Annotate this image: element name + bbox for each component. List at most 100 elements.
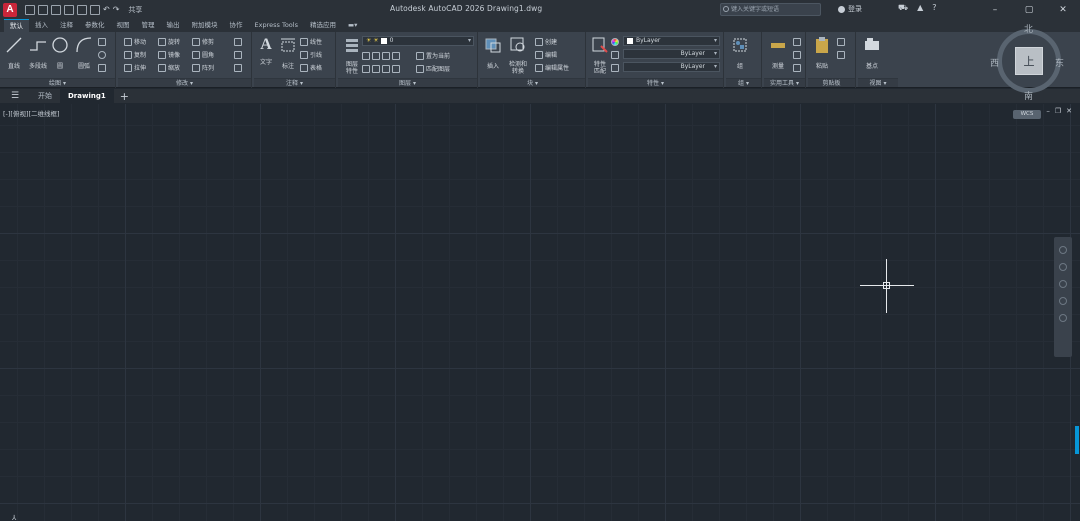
paste-tool[interactable]: 粘贴 bbox=[808, 36, 836, 70]
modify-panel-title[interactable]: 修改 ▾ bbox=[118, 78, 251, 87]
view-panel-title[interactable]: 视图 ▾ bbox=[858, 78, 898, 87]
group-tool[interactable]: 组 bbox=[726, 36, 754, 70]
plot-icon[interactable] bbox=[90, 4, 100, 15]
viewcube[interactable]: 上 北 南 东 西 bbox=[990, 22, 1065, 102]
compass-east[interactable]: 东 bbox=[1055, 56, 1064, 69]
tab-annotate[interactable]: 注释 bbox=[54, 19, 79, 32]
maximize-icon[interactable]: ▢ bbox=[1012, 0, 1046, 19]
orbit-icon[interactable] bbox=[1059, 297, 1067, 305]
autodesk-a-icon[interactable]: ▲ bbox=[917, 3, 923, 13]
array-button[interactable]: 阵列 bbox=[192, 62, 214, 73]
insert-tool[interactable]: 插入 bbox=[479, 36, 507, 70]
annotation-panel-title[interactable]: 注释 ▾ bbox=[254, 78, 335, 87]
copy-button[interactable]: 复制 bbox=[124, 49, 146, 60]
tab-drawing1[interactable]: Drawing1 bbox=[60, 89, 114, 103]
rotate-button[interactable]: 旋转 bbox=[158, 36, 180, 47]
help-icon[interactable]: ? bbox=[932, 3, 936, 13]
tab-parametric[interactable]: 参数化 bbox=[79, 19, 111, 32]
utilities-panel-title[interactable]: 实用工具 ▾ bbox=[764, 78, 805, 87]
tab-featured-apps[interactable]: 精选应用 bbox=[304, 19, 342, 32]
base-point-tool[interactable]: 基点 bbox=[858, 36, 886, 70]
properties-panel-title[interactable]: 特性 ▾ bbox=[588, 78, 723, 87]
zoom-icon[interactable] bbox=[1059, 280, 1067, 288]
navigation-bar[interactable] bbox=[1054, 237, 1072, 357]
hatch-icon[interactable] bbox=[98, 62, 106, 73]
search-input[interactable]: 键入关键字或短语 bbox=[720, 3, 821, 16]
save-as-icon[interactable] bbox=[64, 4, 74, 15]
detect-convert-tool[interactable]: 检测和 转换 bbox=[504, 36, 532, 75]
new-tab-icon[interactable]: + bbox=[120, 90, 129, 103]
redo-icon[interactable]: ↷ bbox=[113, 5, 120, 14]
offset-icon[interactable] bbox=[234, 62, 242, 73]
cart-icon[interactable]: ⛟ bbox=[898, 3, 908, 13]
erase-icon[interactable] bbox=[234, 36, 242, 47]
autocad-logo-button[interactable]: A bbox=[3, 2, 17, 17]
cut-clip-icon[interactable] bbox=[837, 49, 845, 60]
web-mobile-icon[interactable] bbox=[77, 4, 87, 15]
pan-icon[interactable] bbox=[1059, 263, 1067, 271]
new-file-icon[interactable] bbox=[25, 4, 35, 15]
table-button[interactable]: 表格 bbox=[300, 62, 322, 73]
make-current-button[interactable]: 置为当前 bbox=[416, 50, 450, 61]
close-icon[interactable]: ✕ bbox=[1046, 0, 1080, 19]
mirror-button[interactable]: 镜像 bbox=[158, 49, 180, 60]
scroll-indicator[interactable] bbox=[1075, 426, 1079, 454]
clipboard-panel-title[interactable]: 剪贴板 bbox=[808, 78, 855, 87]
wcs-menu-button[interactable]: WCS bbox=[1013, 110, 1041, 119]
id-point-icon[interactable] bbox=[793, 62, 801, 73]
linetype-icon[interactable] bbox=[611, 62, 619, 73]
share-button[interactable]: 共享 bbox=[128, 5, 142, 15]
explode-icon[interactable] bbox=[234, 49, 242, 60]
save-icon[interactable] bbox=[51, 4, 61, 15]
tab-insert[interactable]: 插入 bbox=[29, 19, 54, 32]
color-dropdown[interactable]: ByLayer ▾ bbox=[623, 36, 720, 46]
layers-panel-title[interactable]: 图层 ▾ bbox=[338, 78, 477, 87]
showmotion-icon[interactable] bbox=[1059, 314, 1067, 322]
quick-select-icon[interactable] bbox=[793, 49, 801, 60]
viewport-minimize-icon[interactable]: – bbox=[1046, 107, 1050, 115]
linear-dim-button[interactable]: 线性 bbox=[300, 36, 322, 47]
block-panel-title[interactable]: 块 ▾ bbox=[480, 78, 585, 87]
viewport-close-icon[interactable]: ✕ bbox=[1066, 107, 1072, 115]
ellipse-icon[interactable] bbox=[98, 49, 106, 60]
lineweight-dropdown[interactable]: ByLayer ▾ bbox=[623, 49, 720, 59]
linetype-dropdown[interactable]: ByLayer ▾ bbox=[623, 62, 720, 72]
leader-button[interactable]: 引线 bbox=[300, 49, 322, 60]
tab-addins[interactable]: 附加模块 bbox=[186, 19, 224, 32]
open-file-icon[interactable] bbox=[38, 4, 48, 15]
tab-manage[interactable]: 管理 bbox=[136, 19, 161, 32]
groups-panel-title[interactable]: 组 ▾ bbox=[726, 78, 761, 87]
dimension-tool[interactable]: 标注 bbox=[274, 36, 302, 70]
viewport-controls-label[interactable]: [-][俯视][二维线框] bbox=[3, 108, 60, 118]
compass-south[interactable]: 南 bbox=[1024, 89, 1033, 102]
scale-button[interactable]: 缩放 bbox=[158, 62, 180, 73]
calculator-icon[interactable] bbox=[793, 36, 801, 47]
lineweight-icon[interactable] bbox=[611, 49, 619, 60]
rectangle-icon[interactable] bbox=[98, 36, 106, 47]
match-layer-button[interactable]: 匹配图层 bbox=[416, 63, 450, 74]
create-block-button[interactable]: 创建 bbox=[535, 36, 557, 47]
viewport-restore-icon[interactable]: ❐ bbox=[1055, 107, 1061, 115]
undo-icon[interactable]: ↶ bbox=[103, 5, 110, 14]
layer-tool-icons-row2[interactable] bbox=[362, 63, 400, 74]
match-properties-tool[interactable]: 特性 匹配 bbox=[586, 36, 614, 75]
measure-tool[interactable]: 测量 bbox=[764, 36, 792, 70]
tab-express-tools[interactable]: Express Tools bbox=[249, 19, 304, 32]
login-button[interactable]: 登录 bbox=[838, 4, 862, 14]
edit-attributes-button[interactable]: 编辑属性 bbox=[535, 62, 569, 73]
trim-button[interactable]: 修剪 bbox=[192, 36, 214, 47]
minimize-icon[interactable]: – bbox=[978, 0, 1012, 19]
compass-west[interactable]: 西 bbox=[990, 56, 999, 69]
tab-start[interactable]: 开始 bbox=[30, 89, 60, 103]
tab-collaborate[interactable]: 协作 bbox=[224, 19, 249, 32]
ribbon-toggle-icon[interactable]: ▬▾ bbox=[342, 19, 363, 32]
layer-dropdown[interactable]: ☀ ☀ 0 ▾ bbox=[362, 36, 474, 46]
fillet-button[interactable]: 圆角 bbox=[192, 49, 214, 60]
tab-home[interactable]: 默认 bbox=[4, 19, 29, 32]
draw-panel-title[interactable]: 绘图 ▾ bbox=[0, 78, 115, 87]
layer-tool-icons-row1[interactable] bbox=[362, 50, 400, 61]
compass-north[interactable]: 北 bbox=[1024, 22, 1033, 35]
color-wheel-icon[interactable] bbox=[611, 36, 619, 47]
menu-icon[interactable]: ☰ bbox=[0, 91, 30, 101]
steering-wheel-icon[interactable] bbox=[1059, 246, 1067, 254]
